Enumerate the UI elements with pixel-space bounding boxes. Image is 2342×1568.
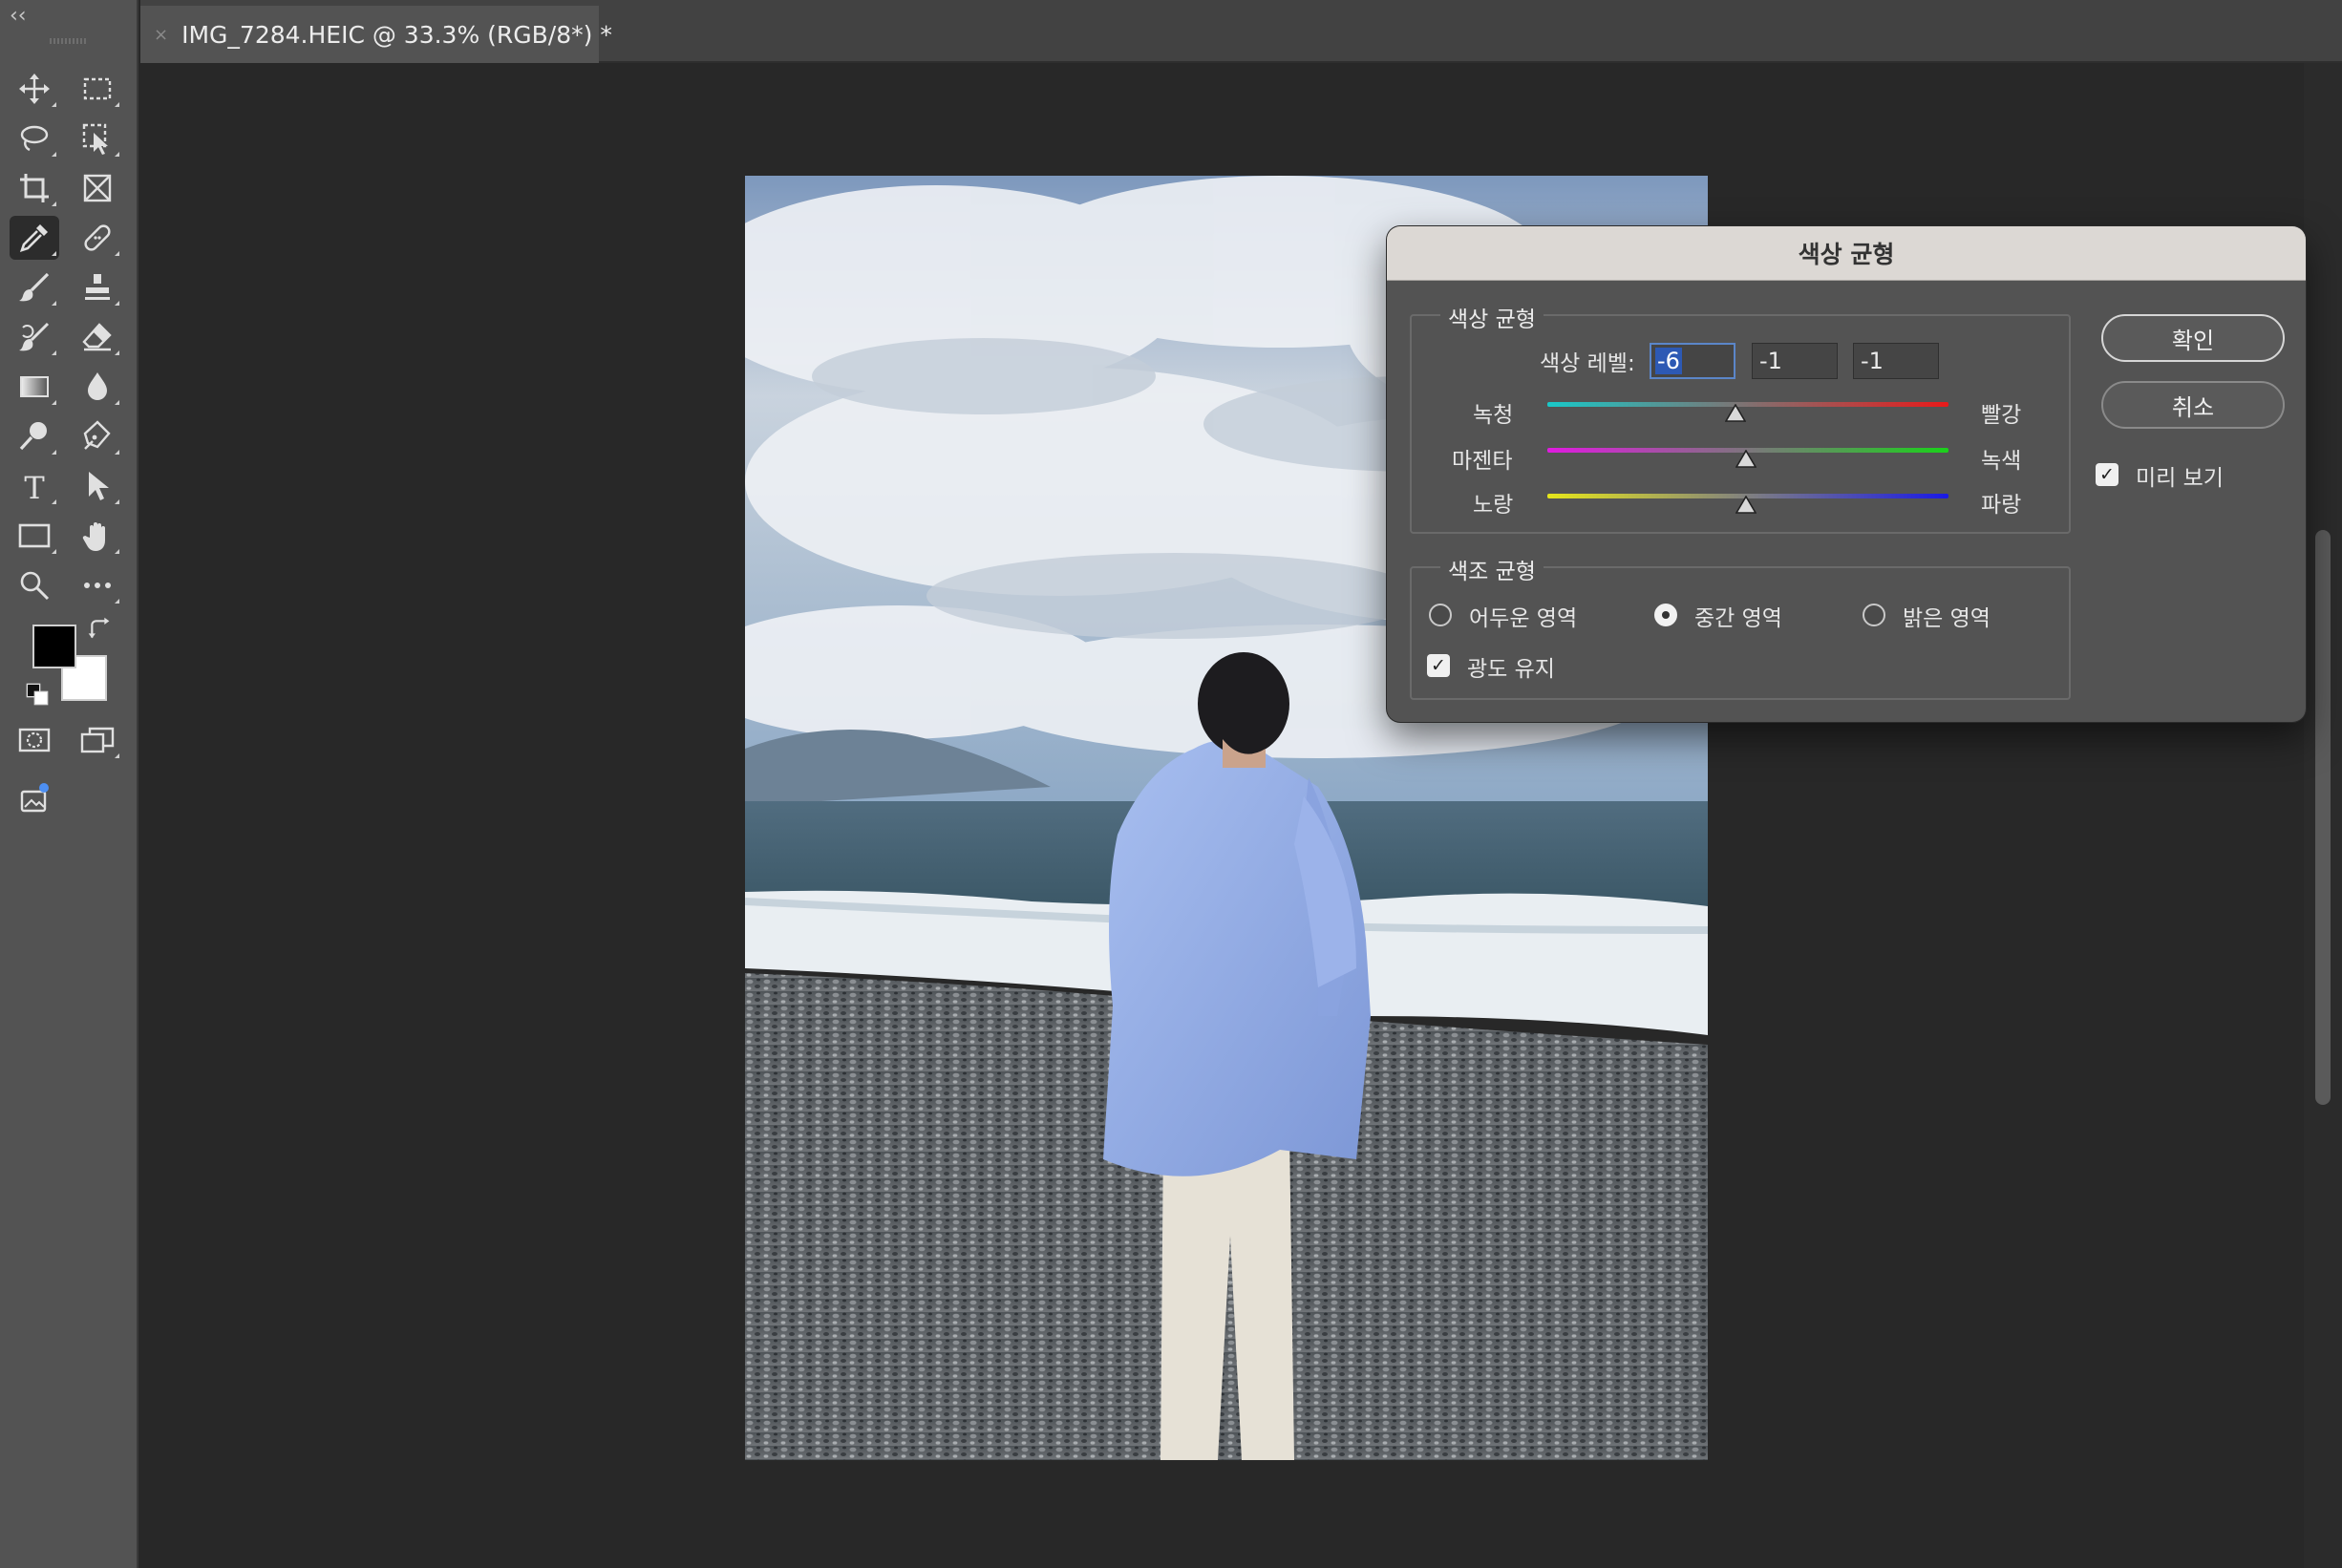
midtones-radio[interactable] — [1654, 604, 1677, 626]
color-levels-label: 색상 레벨: — [1540, 351, 1635, 376]
cyan-red-slider-track[interactable] — [1547, 402, 1948, 407]
object-selection-tool[interactable] — [73, 117, 122, 160]
preserve-luminosity-checkbox[interactable]: ✓ — [1427, 654, 1450, 677]
lasso-icon — [20, 125, 49, 152]
shadows-radio[interactable] — [1429, 604, 1452, 626]
crop-tool[interactable] — [10, 166, 59, 210]
spot-healing-brush-tool[interactable] — [73, 216, 122, 260]
default-colors-button[interactable] — [23, 680, 52, 709]
move-icon — [19, 74, 50, 104]
rectangle-tool[interactable] — [10, 514, 59, 558]
slider-red-label: 빨강 — [1981, 403, 2022, 428]
preview-label: 미리 보기 — [2136, 466, 2224, 491]
history-brush-tool[interactable] — [10, 315, 59, 359]
color-balance-dialog: 색상 균형 색상 균형 색상 레벨: -6 -1 -1 녹청 빨강 마젠타 녹색… — [1387, 226, 2306, 722]
history-brush-icon — [19, 322, 50, 351]
highlights-label: 밝은 영역 — [1903, 606, 1991, 631]
generative-image-icon — [20, 783, 49, 813]
gradient-icon — [20, 376, 49, 397]
slider-yellow-label: 노랑 — [1473, 493, 1514, 518]
eyedropper-icon — [19, 224, 48, 253]
dodge-icon — [19, 422, 47, 451]
shadows-label: 어두운 영역 — [1469, 606, 1578, 631]
eraser-tool[interactable] — [73, 315, 122, 359]
slider-magenta-label: 마젠타 — [1452, 449, 1513, 474]
scrollbar-thumb[interactable] — [2315, 530, 2331, 1105]
clone-stamp-tool[interactable] — [73, 265, 122, 309]
lasso-tool[interactable] — [10, 117, 59, 160]
rectangular-marquee-tool[interactable] — [73, 67, 122, 111]
zoom-tool[interactable] — [10, 563, 59, 607]
level-yellow-blue-input[interactable]: -1 — [1853, 343, 1939, 379]
generative-ai-tool[interactable] — [10, 775, 59, 819]
color-balance-group-title: 색상 균형 — [1440, 301, 1544, 333]
hand-icon — [82, 522, 105, 551]
pen-icon — [83, 420, 111, 450]
hand-tool[interactable] — [73, 514, 122, 558]
tone-balance-group-title: 색조 균형 — [1440, 553, 1544, 585]
preserve-luminosity-label: 광도 유지 — [1467, 657, 1555, 682]
magenta-green-slider-thumb[interactable] — [1735, 450, 1756, 469]
swap-arrow-icon — [88, 617, 110, 639]
eyedropper-tool[interactable] — [10, 216, 59, 260]
blur-tool[interactable] — [73, 365, 122, 409]
ok-button[interactable]: 확인 — [2101, 314, 2285, 362]
slider-cyan-label: 녹청 — [1473, 403, 1514, 428]
slider-green-label: 녹색 — [1981, 449, 2022, 474]
frame-icon — [83, 174, 112, 202]
default-colors-icon — [26, 683, 49, 706]
pen-tool[interactable] — [73, 414, 122, 458]
dialog-title: 색상 균형 — [1798, 241, 1895, 268]
dodge-tool[interactable] — [10, 414, 59, 458]
cyan-red-slider-thumb[interactable] — [1725, 404, 1747, 423]
close-tab-icon[interactable]: × — [154, 25, 168, 45]
type-tool[interactable]: T — [10, 464, 59, 508]
tools-panel: ‹‹ T — [0, 0, 138, 1568]
screen-mode[interactable] — [73, 718, 122, 762]
more-tools[interactable] — [73, 563, 122, 607]
object-selection-icon — [82, 123, 108, 155]
slider-blue-label: 파랑 — [1981, 493, 2022, 518]
cancel-button[interactable]: 취소 — [2101, 381, 2285, 429]
water-drop-icon — [88, 372, 107, 400]
panel-grip[interactable] — [50, 38, 88, 44]
ellipsis-icon — [84, 583, 111, 588]
highlights-radio[interactable] — [1863, 604, 1885, 626]
document-tab-bar: × IMG_7284.HEIC @ 33.3% (RGB/8*) * — [140, 0, 2342, 63]
collapse-panel-button[interactable]: ‹‹ — [10, 6, 27, 27]
swap-colors-button[interactable] — [86, 615, 115, 644]
screen-mode-icon — [80, 727, 115, 753]
document-tab-title: IMG_7284.HEIC @ 33.3% (RGB/8*) * — [181, 20, 612, 49]
frame-tool[interactable] — [73, 166, 122, 210]
bandage-icon — [84, 224, 111, 251]
stamp-icon — [85, 274, 110, 300]
dialog-titlebar[interactable]: 색상 균형 — [1387, 226, 2306, 281]
brush-tool[interactable] — [10, 265, 59, 309]
document-tab[interactable]: × IMG_7284.HEIC @ 33.3% (RGB/8*) * — [140, 6, 612, 63]
path-selection-tool[interactable] — [73, 464, 122, 508]
type-icon: T — [24, 470, 45, 506]
level-magenta-green-input[interactable]: -1 — [1752, 343, 1838, 379]
crop-icon — [20, 174, 49, 202]
quick-mask-mode[interactable] — [10, 718, 59, 762]
yellow-blue-slider-thumb[interactable] — [1735, 496, 1756, 515]
brush-icon — [19, 272, 50, 302]
marquee-icon — [83, 77, 112, 100]
quick-mask-icon — [18, 728, 51, 752]
foreground-color-swatch[interactable] — [32, 625, 76, 668]
level-cyan-red-input[interactable]: -6 — [1650, 343, 1735, 379]
midtones-label: 중간 영역 — [1694, 606, 1782, 631]
magnifier-icon — [20, 571, 50, 601]
svg-text:T: T — [24, 470, 45, 506]
rectangle-icon — [18, 523, 51, 548]
move-tool[interactable] — [10, 67, 59, 111]
preview-checkbox[interactable]: ✓ — [2096, 463, 2118, 486]
eraser-icon — [82, 323, 112, 351]
gradient-tool[interactable] — [10, 365, 59, 409]
arrow-pointer-icon — [89, 472, 109, 500]
